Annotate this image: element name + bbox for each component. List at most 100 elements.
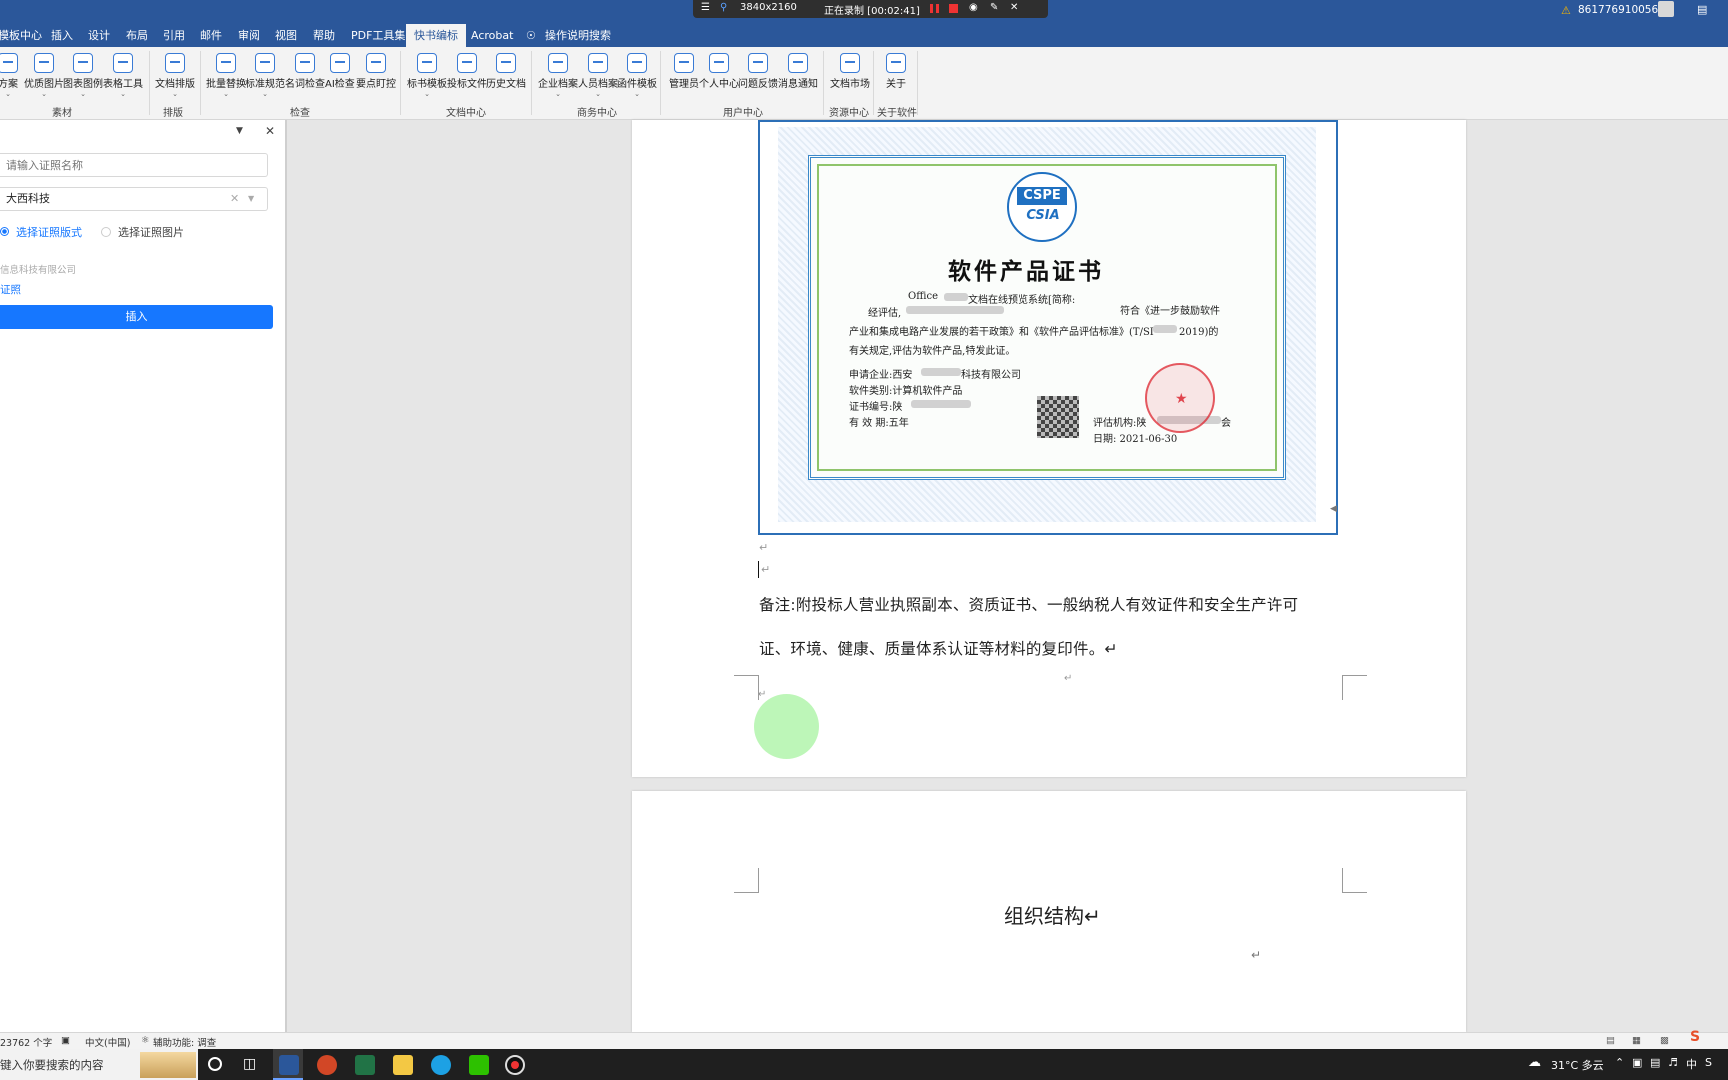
clear-icon[interactable]: ✕ — [230, 188, 239, 210]
license-search-input[interactable] — [0, 153, 268, 177]
note-paragraph[interactable]: 证、环境、健康、质量体系认证等材料的复印件。↵ — [759, 637, 1118, 659]
stop-icon[interactable] — [949, 4, 958, 13]
ribbon-btn-batch-replace[interactable]: 批量替换 ⌄ — [206, 53, 246, 98]
ribbon-btn-chart-legend[interactable]: 图表图例 ⌄ — [63, 53, 103, 98]
divider — [917, 51, 918, 115]
margin-mark — [1342, 868, 1367, 893]
chevron-up-icon[interactable]: ⌃ — [1615, 1056, 1624, 1069]
pen-icon[interactable]: ✎ — [990, 2, 998, 13]
tree-company[interactable]: 信息科技有限公司 — [0, 262, 76, 276]
read-mode-icon[interactable]: ▤ — [1606, 1035, 1615, 1046]
text-cursor — [758, 561, 759, 578]
ribbon-btn-term-check[interactable]: 名词检查 — [285, 53, 325, 90]
tell-me-search[interactable]: 操作说明搜索 — [545, 26, 611, 46]
powerpoint-icon[interactable] — [317, 1055, 337, 1075]
note-paragraph[interactable]: 备注:附投标人营业执照副本、资质证书、一般纳税人有效证件和安全生产许可 — [759, 593, 1298, 615]
radio-image[interactable] — [101, 227, 111, 237]
tab-help[interactable]: 帮助 — [313, 26, 335, 46]
wechat-icon[interactable] — [469, 1055, 489, 1075]
proofing-icon[interactable]: ▣ — [61, 1035, 70, 1046]
web-layout-icon[interactable]: ▩ — [1660, 1035, 1669, 1046]
chevron-down-icon[interactable]: ▼ — [236, 126, 243, 136]
paragraph-mark: ↵ — [1064, 673, 1073, 684]
network-icon[interactable]: ▤ — [1650, 1056, 1660, 1069]
resize-handle[interactable]: ◀ — [1330, 504, 1337, 514]
accessibility-status[interactable]: 辅助功能: 调查 — [153, 1035, 216, 1049]
ribbon-btn-quality-image[interactable]: 优质图片 ⌄ — [24, 53, 64, 98]
ribbon-btn-staff-archive[interactable]: 人员档案 ⌄ — [578, 53, 618, 98]
tab-design[interactable]: 设计 — [88, 26, 110, 46]
ribbon-btn-admin[interactable]: 管理员 — [669, 53, 699, 90]
ribbon-btn-doc-market[interactable]: 文档市场 — [830, 53, 870, 90]
ribbon-btn-letter-template[interactable]: 函件模板 ⌄ — [617, 53, 657, 98]
tab-layout[interactable]: 布局 — [126, 26, 148, 46]
radio-image-label[interactable]: 选择证照图片 — [118, 224, 184, 240]
print-layout-icon[interactable]: ▦ — [1632, 1035, 1641, 1046]
menu-icon[interactable]: ☰ — [701, 2, 710, 13]
close-icon[interactable]: ✕ — [265, 124, 275, 138]
weather-icon[interactable]: ☁ — [1528, 1055, 1541, 1070]
sogou-ime-icon[interactable]: S — [1690, 1029, 1700, 1045]
account-name[interactable]: 8617769100565 — [1578, 4, 1665, 16]
ribbon-btn-feedback[interactable]: 问题反馈 — [738, 53, 778, 90]
ribbon-btn-notifications[interactable]: 消息通知 — [778, 53, 818, 90]
cortana-icon[interactable] — [208, 1057, 222, 1071]
ribbon-btn-bid-template[interactable]: 标书模板 ⌄ — [407, 53, 447, 98]
tab-references[interactable]: 引用 — [163, 26, 185, 46]
pause-icon[interactable] — [930, 4, 939, 13]
group-label-doc-center: 文档中心 — [446, 108, 486, 119]
tab-kuaishu[interactable]: 快书编标 — [406, 24, 466, 47]
close-icon[interactable]: ✕ — [1010, 2, 1018, 13]
tab-insert[interactable]: 插入 — [51, 26, 73, 46]
tab-view[interactable]: 视图 — [275, 26, 297, 46]
word-count[interactable]: 23762 个字 — [0, 1035, 52, 1049]
company-select[interactable]: 大西科技 ✕ ▼ — [0, 187, 268, 211]
insert-button[interactable]: 插入 — [0, 305, 273, 329]
certificate-image[interactable]: CSPE CSIA 软件产品证书 Office 文档在线预览系统[简称: 经评估… — [758, 120, 1338, 535]
ribbon-btn-standards[interactable]: 标准规范 ⌄ — [245, 53, 285, 98]
tab-template-center[interactable]: 模板中心 — [0, 26, 42, 46]
margin-mark — [734, 868, 759, 893]
ribbon-btn-table-tools[interactable]: 表格工具 ⌄ — [103, 53, 143, 98]
ribbon-btn-about[interactable]: 关于 — [886, 53, 906, 90]
ribbon-btn-key-points[interactable]: 要点盯控 — [356, 53, 396, 90]
taskbar-search-box[interactable]: 键入你要搜索的内容 — [0, 1049, 198, 1080]
word-icon[interactable] — [279, 1055, 299, 1075]
edge-icon[interactable] — [431, 1055, 451, 1075]
camera-icon[interactable]: ◉ — [969, 2, 978, 13]
history-icon — [496, 53, 516, 73]
weather-text[interactable]: 31°C 多云 — [1551, 1057, 1604, 1073]
pin-icon[interactable]: ⚲ — [720, 2, 727, 13]
ribbon-btn-company-archive[interactable]: 企业档案 ⌄ — [538, 53, 578, 98]
radio-layout[interactable] — [0, 227, 9, 236]
group-label-about-software: 关于软件 — [877, 108, 917, 119]
tab-acrobat[interactable]: Acrobat — [471, 26, 513, 46]
avatar[interactable] — [1658, 1, 1674, 17]
language-indicator[interactable]: 中文(中国) — [85, 1035, 130, 1049]
ribbon-btn-doc-layout[interactable]: 文档排版 ⌄ — [155, 53, 195, 98]
tray-sogou-icon[interactable]: S — [1705, 1056, 1712, 1069]
ime-indicator[interactable]: 中 — [1686, 1056, 1697, 1072]
ribbon-btn-history-docs[interactable]: 历史文档 — [486, 53, 526, 90]
tray-app-icon[interactable]: ▣ — [1632, 1056, 1642, 1069]
tab-pdf-tools[interactable]: PDF工具集 — [351, 26, 405, 46]
ribbon-btn-ai-check[interactable]: AI检查 — [325, 53, 355, 90]
tab-review[interactable]: 审阅 — [238, 26, 260, 46]
volume-icon[interactable]: ♬ — [1668, 1056, 1678, 1069]
recorder-app-icon[interactable] — [505, 1055, 525, 1075]
admin-icon — [674, 53, 694, 73]
task-view-icon[interactable]: ◫ — [243, 1056, 256, 1072]
ribbon-btn-plan[interactable]: 方案 ⌄ — [0, 53, 18, 98]
excel-icon[interactable] — [355, 1055, 375, 1075]
radio-layout-label[interactable]: 选择证照版式 — [16, 224, 82, 240]
ribbon-btn-bid-files[interactable]: 投标文件 — [447, 53, 487, 90]
warning-icon[interactable]: ⚠ — [1561, 4, 1571, 17]
chevron-down-icon[interactable]: ▼ — [248, 188, 254, 210]
ribbon-display-icon[interactable]: ▤ — [1697, 3, 1707, 16]
tab-mailings[interactable]: 邮件 — [200, 26, 222, 46]
section-heading[interactable]: 组织结构↵ — [1004, 900, 1101, 929]
file-explorer-icon[interactable] — [393, 1055, 413, 1075]
divider — [149, 51, 150, 115]
ribbon-btn-personal-center[interactable]: 个人中心 — [699, 53, 739, 90]
tree-item[interactable]: 证照 — [0, 282, 21, 297]
